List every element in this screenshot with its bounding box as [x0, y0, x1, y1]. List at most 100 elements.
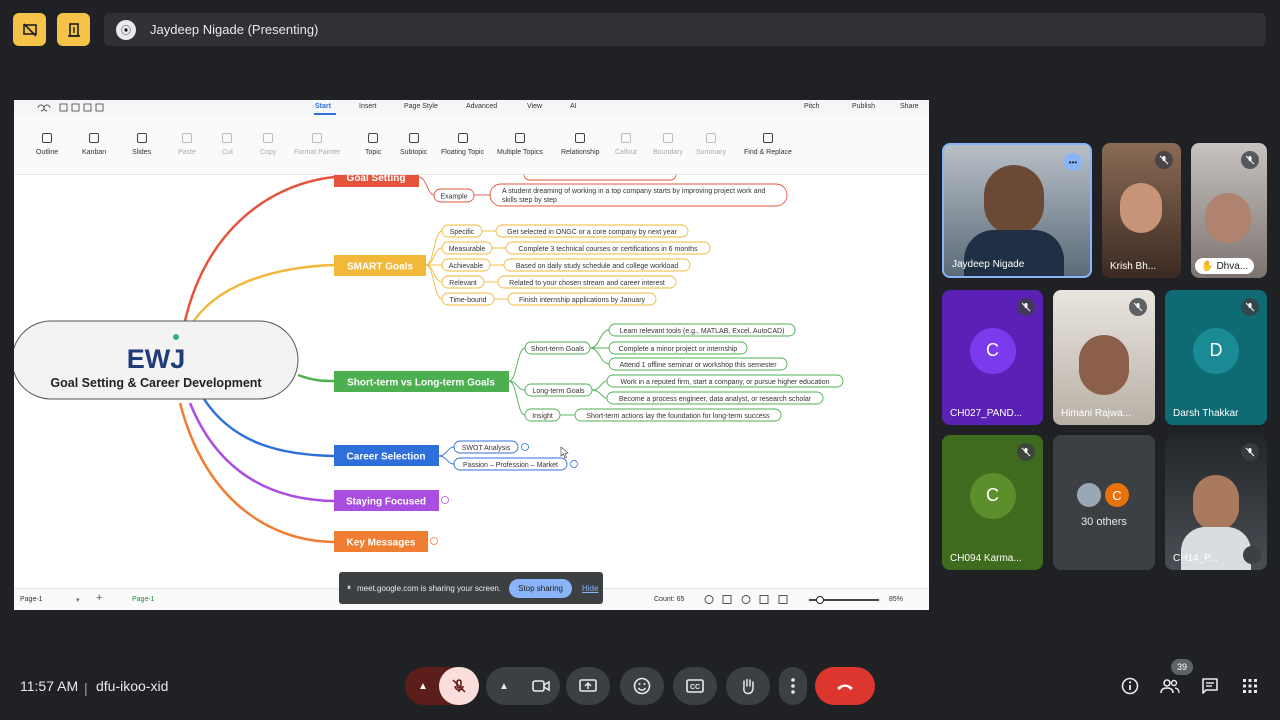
page-select[interactable]: Page-1 — [20, 596, 43, 603]
long-term-goals[interactable]: Long-term Goals — [524, 383, 593, 397]
central-topic[interactable]: EWJ Goal Setting & Career Development — [14, 320, 299, 400]
participant-tile-jaydeep[interactable]: ••• Jaydeep Nigade — [942, 143, 1092, 278]
pitch-button[interactable]: Pitch — [804, 103, 820, 110]
smart-measurable[interactable]: Measurable Complete 3 technical courses … — [441, 241, 711, 255]
publish-button[interactable]: Publish — [852, 103, 875, 110]
shared-screen: Start Insert Page Style Advanced View AI… — [14, 100, 929, 610]
tab-view[interactable]: View — [527, 103, 542, 110]
topic-button[interactable]: Topic — [365, 133, 381, 156]
reactions-button[interactable] — [620, 667, 664, 705]
mic-off-icon — [1017, 298, 1035, 316]
participant-tile-others[interactable]: C 30 others — [1053, 435, 1155, 570]
participant-name: CH14_P... — [1173, 553, 1218, 564]
format-painter-button[interactable]: Format Painter — [294, 133, 340, 156]
short-term-item-2[interactable]: Complete a minor project or internship — [608, 341, 748, 355]
participant-video — [1193, 475, 1239, 531]
floating-topic-button[interactable]: Floating Topic — [441, 133, 484, 156]
find-replace-button[interactable]: Find & Replace — [744, 133, 792, 156]
smart-specific[interactable]: Specific Get selected in ONGC or a core … — [441, 224, 689, 238]
leave-call-button[interactable] — [815, 667, 875, 705]
participant-tile-ch14[interactable]: CH14_P... — [1165, 435, 1267, 570]
svg-text:Finish internship applications: Finish internship applications by Januar… — [519, 297, 646, 304]
participant-tile-krish[interactable]: Krish Bh... — [1102, 143, 1181, 278]
slides-button[interactable]: Slides — [132, 133, 151, 156]
participant-tile-ch094[interactable]: C CH094 Karma... — [942, 435, 1043, 570]
tab-ai[interactable]: AI — [570, 103, 577, 110]
more-options-button[interactable] — [779, 667, 807, 705]
people-button[interactable] — [1159, 675, 1181, 697]
summary-button[interactable]: Summary — [696, 133, 726, 156]
meeting-details-button[interactable] — [1119, 675, 1141, 697]
participant-tile-himani[interactable]: Himani Rajwa... — [1053, 290, 1155, 425]
short-term-item-1[interactable]: Learn relevant tools (e.g., MATLAB, Exce… — [608, 323, 796, 337]
long-term-item-1[interactable]: Work in a reputed firm, start a company,… — [606, 374, 844, 388]
door-icon — [67, 22, 80, 37]
people-count-badge: 39 — [1171, 659, 1193, 675]
tab-page-style[interactable]: Page Style — [404, 103, 438, 110]
copy-button[interactable]: Copy — [260, 133, 276, 156]
topic-goal-setting[interactable]: Goal Setting — [334, 175, 419, 187]
career-swot[interactable]: SWOT Analysis — [453, 440, 529, 454]
camera-toggle-button[interactable] — [522, 667, 560, 705]
hand-icon — [743, 678, 754, 695]
hide-presentation-button[interactable] — [13, 13, 46, 46]
outline-button[interactable]: Outline — [36, 133, 58, 156]
tab-insert[interactable]: Insert — [359, 103, 377, 110]
relationship-icon — [575, 133, 586, 143]
video-options-button[interactable]: ▲ — [486, 667, 522, 705]
layout-button[interactable] — [57, 13, 90, 46]
zoom-level[interactable]: 85% — [889, 596, 903, 603]
zoom-slider-thumb[interactable] — [816, 596, 824, 604]
relationship-button[interactable]: Relationship — [561, 133, 600, 156]
tab-start[interactable]: Start — [315, 103, 331, 110]
mic-toggle-button[interactable] — [439, 667, 479, 705]
mic-control-group: ▲ — [405, 667, 479, 705]
svg-text:Short-term actions lay the fou: Short-term actions lay the foundation fo… — [586, 413, 770, 420]
subtopic-button[interactable]: Subtopic — [400, 133, 427, 156]
kanban-icon — [89, 133, 100, 143]
topic-key-messages[interactable]: Key Messages — [334, 531, 438, 552]
stop-sharing-button[interactable]: Stop sharing — [509, 578, 572, 598]
svg-text:Short-term vs Long-term Goals: Short-term vs Long-term Goals — [347, 378, 495, 389]
svg-text:Long-term Goals: Long-term Goals — [532, 388, 585, 395]
audio-options-button[interactable]: ▲ — [405, 667, 441, 705]
multiple-topics-button[interactable]: Multiple Topics — [497, 133, 543, 156]
boundary-button[interactable]: Boundary — [653, 133, 683, 156]
long-term-item-2[interactable]: Become a process engineer, data analyst,… — [606, 391, 824, 405]
short-term-goals[interactable]: Short-term Goals — [524, 341, 591, 355]
smart-achievable[interactable]: Achievable Based on daily study schedule… — [441, 258, 691, 272]
camera-control-group: ▲ — [486, 667, 560, 705]
share-button[interactable]: Share — [900, 103, 919, 110]
topic-career-selection[interactable]: Career Selection — [334, 445, 439, 466]
chat-button[interactable] — [1199, 675, 1221, 697]
smart-relevant[interactable]: Relevant Related to your chosen stream a… — [441, 275, 677, 289]
cut-button[interactable]: Cut — [222, 133, 233, 156]
present-screen-button[interactable] — [566, 667, 610, 705]
captions-icon: CC — [686, 679, 704, 693]
page-tab[interactable]: Page-1 — [132, 596, 155, 603]
tab-advanced[interactable]: Advanced — [466, 103, 497, 110]
view-controls-icon[interactable] — [704, 594, 794, 605]
topic-short-long-goals[interactable]: Short-term vs Long-term Goals — [334, 371, 509, 392]
hide-notice-link[interactable]: Hide — [582, 584, 598, 593]
meet-window: ⦿ Jaydeep Nigade (Presenting) Start Inse… — [0, 0, 1280, 720]
captions-button[interactable]: CC — [673, 667, 717, 705]
mic-off-icon — [1129, 298, 1147, 316]
callout-button[interactable]: Callout — [615, 133, 637, 156]
paste-button[interactable]: Paste — [178, 133, 196, 156]
participant-tile-dhva[interactable]: ✋ Dhva... — [1191, 143, 1267, 278]
raise-hand-button[interactable] — [726, 667, 770, 705]
topic-staying-focused[interactable]: Staying Focused — [334, 490, 449, 511]
chat-icon — [1202, 678, 1218, 694]
topic-smart-goals[interactable]: SMART Goals — [334, 255, 426, 276]
central-logo: EWJ — [127, 344, 186, 374]
participant-tile-ch027[interactable]: C CH027_PAND... — [942, 290, 1043, 425]
short-term-item-3[interactable]: Attend 1 offline seminar or workshop thi… — [608, 357, 788, 371]
add-page-icon[interactable]: + — [96, 592, 102, 604]
activities-button[interactable] — [1239, 675, 1261, 697]
kanban-button[interactable]: Kanban — [82, 133, 106, 156]
smart-time-bound[interactable]: Time-bound Finish internship application… — [441, 292, 657, 306]
participant-tile-darsh[interactable]: D Darsh Thakkar — [1165, 290, 1267, 425]
mic-off-icon — [1017, 443, 1035, 461]
career-passion[interactable]: Passion – Profession – Market — [453, 457, 578, 471]
